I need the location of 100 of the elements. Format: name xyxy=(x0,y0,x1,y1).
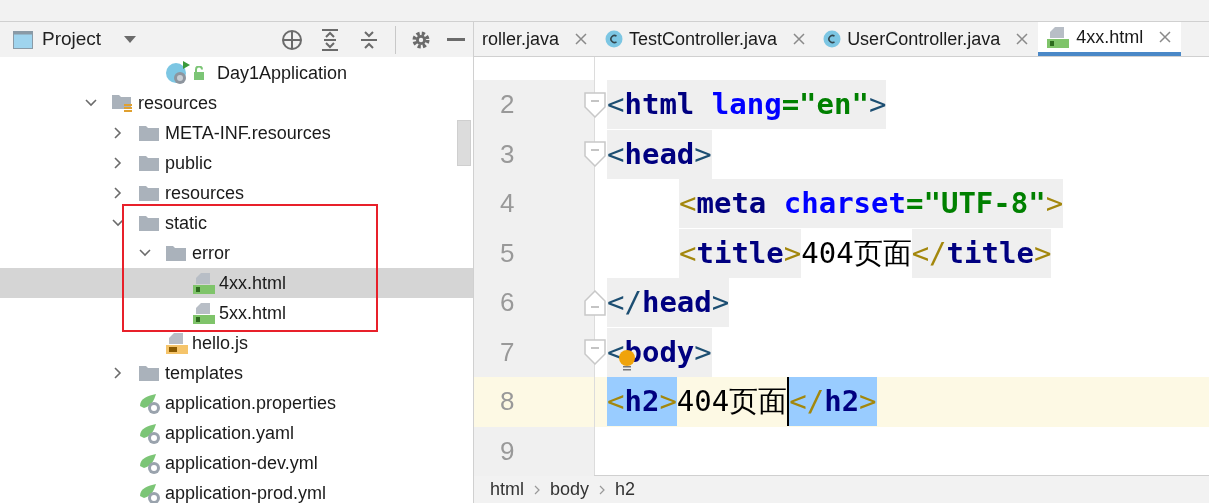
js-file-icon xyxy=(165,332,189,354)
tree-item-label: error xyxy=(192,241,230,265)
tree-item-label: hello.js xyxy=(192,331,249,355)
code-token: head xyxy=(641,278,712,328)
code-token: ="en" xyxy=(781,80,869,130)
class-icon xyxy=(823,30,842,48)
line-number: 9 xyxy=(500,434,515,468)
code-token: < xyxy=(679,228,697,278)
html-file-icon xyxy=(192,302,216,324)
tab-label: 4xx.html xyxy=(1076,25,1144,49)
editor-tab[interactable]: UserController.java xyxy=(815,22,1039,56)
folder-icon xyxy=(138,154,160,172)
tree-row[interactable]: hello.js xyxy=(0,328,473,358)
tree-item-label: application.yaml xyxy=(165,421,295,445)
code-token: > xyxy=(694,129,712,179)
html-file-icon xyxy=(192,272,216,294)
code-token: head xyxy=(624,129,695,179)
tree-row[interactable]: public xyxy=(0,148,473,178)
editor-tab[interactable]: roller.java xyxy=(474,22,598,56)
tab-label: TestController.java xyxy=(629,27,778,51)
tree-row[interactable]: static xyxy=(0,208,473,238)
breadcrumb-item[interactable]: h2 xyxy=(615,476,636,503)
tree-row[interactable]: resources xyxy=(0,178,473,208)
tree-row[interactable]: application-dev.yml xyxy=(0,448,473,478)
tree-item-label: application-prod.yml xyxy=(165,481,327,503)
code-token: charset xyxy=(766,179,906,229)
code-token: h2 xyxy=(824,377,860,427)
fold-marker-icon[interactable] xyxy=(584,141,606,168)
editor-tab[interactable]: 4xx.html xyxy=(1038,22,1182,56)
close-icon[interactable] xyxy=(575,33,588,45)
line-number: 7 xyxy=(500,335,515,369)
close-icon[interactable] xyxy=(1016,33,1029,45)
tree-item-label: Day1Application xyxy=(217,61,348,85)
code-token: > xyxy=(859,377,877,427)
tree-row[interactable]: application.yaml xyxy=(0,418,473,448)
class-icon xyxy=(605,30,624,48)
close-icon[interactable] xyxy=(1159,31,1172,43)
collapse-all-icon[interactable] xyxy=(359,28,379,51)
chevron-right-icon xyxy=(534,484,540,495)
tree-item-label: 4xx.html xyxy=(219,271,287,295)
minimize-icon[interactable] xyxy=(447,37,465,42)
html-file-icon xyxy=(1046,26,1071,48)
line-number: 3 xyxy=(500,137,515,171)
tree-row[interactable]: application.properties xyxy=(0,388,473,418)
folder-icon xyxy=(138,364,160,382)
tree-item-label: application-dev.yml xyxy=(165,451,318,475)
code-token: < xyxy=(607,377,625,427)
fold-marker-icon[interactable] xyxy=(584,339,606,366)
expand-all-icon[interactable] xyxy=(320,28,340,51)
code-token: title xyxy=(696,228,784,278)
tree-row[interactable]: resources xyxy=(0,88,473,118)
tree-item-label: public xyxy=(165,151,213,175)
tree-row[interactable]: application-prod.yml xyxy=(0,478,473,503)
tree-item-label: resources xyxy=(165,181,245,205)
tree-row[interactable]: templates xyxy=(0,358,473,388)
tab-label: roller.java xyxy=(482,27,560,51)
close-icon[interactable] xyxy=(793,33,806,45)
folder-icon xyxy=(138,124,160,142)
tree-item-label: 5xx.html xyxy=(219,301,287,325)
breadcrumb-item[interactable]: body xyxy=(550,476,590,503)
tree-row[interactable]: 4xx.html xyxy=(0,268,473,298)
editor-tab[interactable]: TestController.java xyxy=(597,22,816,56)
code-token: < xyxy=(679,179,697,229)
spring-config-icon xyxy=(138,392,162,414)
code-token: lang xyxy=(694,80,782,130)
line-number: 5 xyxy=(500,236,515,270)
chevron-right-icon xyxy=(599,484,606,495)
code-token: </ xyxy=(607,278,642,328)
caret-down-icon[interactable] xyxy=(123,35,138,44)
tree-item-label: resources xyxy=(138,91,218,115)
breadcrumb-item[interactable]: html xyxy=(490,476,524,503)
tree-row[interactable]: META-INF.resources xyxy=(0,118,473,148)
crosshair-icon[interactable] xyxy=(281,28,303,51)
window-icon xyxy=(13,30,33,49)
project-title[interactable]: Project xyxy=(42,25,102,54)
folder-icon xyxy=(138,214,160,232)
tree-row[interactable]: Day1Application xyxy=(0,58,473,88)
resources-folder-icon xyxy=(111,93,133,113)
tree-row[interactable]: 5xx.html xyxy=(0,298,473,328)
tree-item-label: META-INF.resources xyxy=(165,121,331,145)
folder-icon xyxy=(138,184,160,202)
line-number: 6 xyxy=(500,286,515,320)
fold-marker-icon[interactable] xyxy=(584,91,606,118)
tree-item-label: static xyxy=(165,211,207,235)
tree-item-label: templates xyxy=(165,361,244,385)
code-token: 404页面 xyxy=(801,234,912,272)
code-token: html xyxy=(624,80,695,130)
settings-icon[interactable] xyxy=(411,29,431,50)
spring-config-icon xyxy=(138,452,162,474)
tab-label: UserController.java xyxy=(847,27,1001,51)
code-token: </ xyxy=(789,377,825,427)
runnable-class-icon xyxy=(165,61,191,85)
code-token: < xyxy=(607,80,625,130)
line-number: 8 xyxy=(500,385,515,419)
code-token: > xyxy=(659,377,677,427)
scrollbar-thumb[interactable] xyxy=(457,120,471,166)
tree-row[interactable]: error xyxy=(0,238,473,268)
code-token: </ xyxy=(911,228,947,278)
code-token: h2 xyxy=(624,377,660,427)
spring-config-icon xyxy=(138,422,162,444)
